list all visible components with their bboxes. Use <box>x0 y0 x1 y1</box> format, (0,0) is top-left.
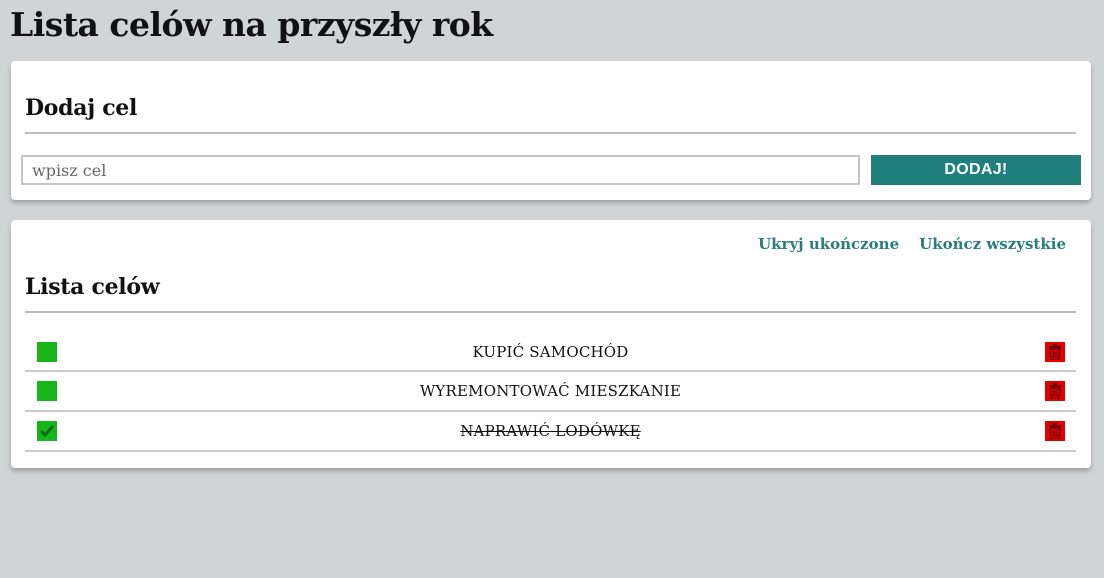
complete-all-link[interactable]: Ukończ wszystkie <box>919 235 1066 253</box>
goal-text: KUPIĆ SAMOCHÓD <box>472 342 629 361</box>
list-actions: Ukryj ukończone Ukończ wszystkie <box>758 235 1066 253</box>
list-item: WYREMONTOWAĆ MIESZKANIE <box>25 372 1076 412</box>
add-goal-button[interactable]: DODAJ! <box>871 155 1081 185</box>
trash-icon <box>1049 423 1061 439</box>
add-goal-title: Dodaj cel <box>25 95 138 121</box>
delete-goal-button[interactable] <box>1045 421 1065 441</box>
goal-text: NAPRAWIĆ LODÓWKĘ <box>460 422 641 440</box>
delete-goal-button[interactable] <box>1045 381 1065 401</box>
divider <box>25 311 1076 313</box>
delete-goal-button[interactable] <box>1045 341 1065 362</box>
goal-checkbox[interactable] <box>37 421 57 441</box>
goal-checkbox[interactable] <box>37 341 57 362</box>
page-title: Lista celów na przyszły rok <box>10 5 493 44</box>
hide-completed-link[interactable]: Ukryj ukończone <box>758 235 899 253</box>
divider <box>25 132 1076 134</box>
goal-list-card: Ukryj ukończone Ukończ wszystkie Lista c… <box>11 220 1091 468</box>
goal-list-title: Lista celów <box>25 274 160 300</box>
add-goal-card: Dodaj cel DODAJ! <box>11 61 1091 200</box>
goal-text: WYREMONTOWAĆ MIESZKANIE <box>419 382 682 400</box>
list-item: KUPIĆ SAMOCHÓD <box>25 333 1076 372</box>
goal-checkbox[interactable] <box>37 381 57 401</box>
trash-icon <box>1049 383 1061 399</box>
goal-input[interactable] <box>21 155 860 185</box>
trash-icon <box>1049 343 1061 360</box>
goal-list: KUPIĆ SAMOCHÓD WYREMONTOWAĆ MIESZKANIE N… <box>25 333 1076 452</box>
checkmark-icon <box>39 425 55 438</box>
list-item: NAPRAWIĆ LODÓWKĘ <box>25 412 1076 452</box>
